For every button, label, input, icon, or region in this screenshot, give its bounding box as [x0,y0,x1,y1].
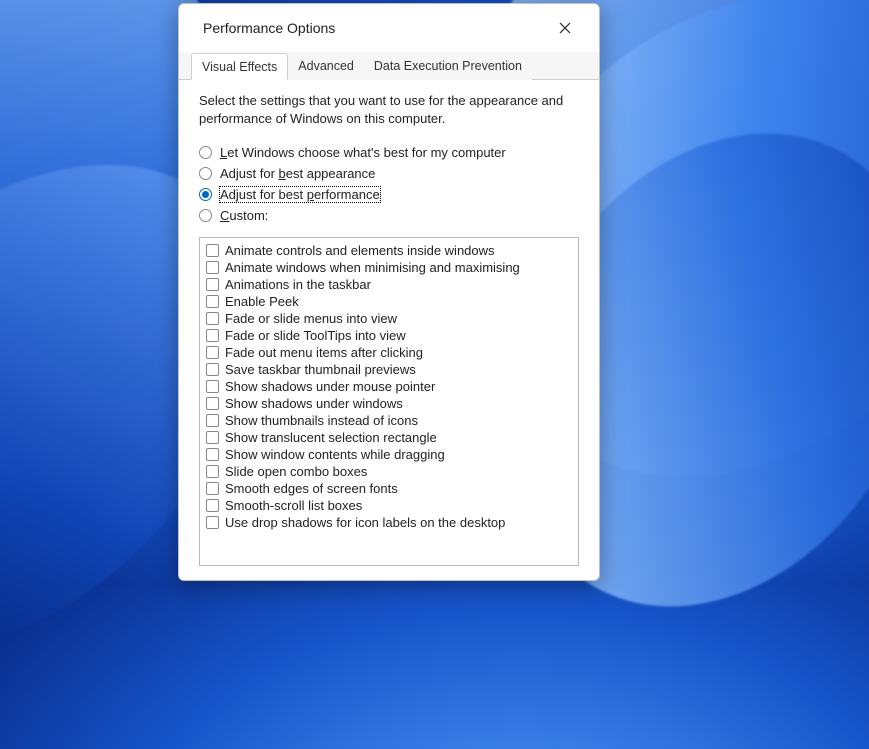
radio-option-0[interactable]: Let Windows choose what's best for my co… [199,145,579,160]
titlebar: Performance Options [179,4,599,52]
intro-text: Select the settings that you want to use… [199,92,579,127]
effect-item[interactable]: Animate windows when minimising and maxi… [206,259,572,276]
radio-label: Adjust for best performance [220,187,380,202]
checkbox-icon [206,448,219,461]
tab-visual-effects[interactable]: Visual Effects [191,53,288,80]
tab-strip: Visual EffectsAdvancedData Execution Pre… [179,52,599,80]
checkbox-icon [206,499,219,512]
radio-option-3[interactable]: Custom: [199,208,579,223]
effect-item[interactable]: Animations in the taskbar [206,276,572,293]
effect-label: Slide open combo boxes [225,464,367,479]
effect-label: Fade out menu items after clicking [225,345,423,360]
checkbox-icon [206,295,219,308]
radio-icon [199,188,212,201]
effect-item[interactable]: Show shadows under windows [206,395,572,412]
effect-item[interactable]: Smooth-scroll list boxes [206,497,572,514]
effect-item[interactable]: Fade or slide menus into view [206,310,572,327]
effect-item[interactable]: Show shadows under mouse pointer [206,378,572,395]
radio-label: Adjust for best appearance [220,166,375,181]
radio-label: Let Windows choose what's best for my co… [220,145,506,160]
effect-item[interactable]: Fade or slide ToolTips into view [206,327,572,344]
checkbox-icon [206,482,219,495]
effect-label: Save taskbar thumbnail previews [225,362,416,377]
preset-radio-group: Let Windows choose what's best for my co… [199,145,579,229]
effect-item[interactable]: Show thumbnails instead of icons [206,412,572,429]
checkbox-icon [206,380,219,393]
checkbox-icon [206,431,219,444]
checkbox-icon [206,261,219,274]
radio-icon [199,167,212,180]
tab-advanced[interactable]: Advanced [288,53,364,80]
effect-label: Smooth edges of screen fonts [225,481,398,496]
checkbox-icon [206,465,219,478]
effect-item[interactable]: Slide open combo boxes [206,463,572,480]
effect-label: Use drop shadows for icon labels on the … [225,515,505,530]
effect-label: Show translucent selection rectangle [225,430,437,445]
tab-data-execution-prevention[interactable]: Data Execution Prevention [364,53,532,80]
effect-item[interactable]: Save taskbar thumbnail previews [206,361,572,378]
effect-label: Show window contents while dragging [225,447,445,462]
effect-item[interactable]: Animate controls and elements inside win… [206,242,572,259]
effect-label: Fade or slide ToolTips into view [225,328,406,343]
effect-item[interactable]: Show window contents while dragging [206,446,572,463]
checkbox-icon [206,397,219,410]
effect-label: Show shadows under windows [225,396,403,411]
checkbox-icon [206,278,219,291]
checkbox-icon [206,363,219,376]
effect-label: Show thumbnails instead of icons [225,413,418,428]
checkbox-icon [206,244,219,257]
effect-label: Animations in the taskbar [225,277,371,292]
checkbox-icon [206,312,219,325]
window-title: Performance Options [203,20,543,36]
effect-label: Smooth-scroll list boxes [225,498,362,513]
close-icon [559,22,571,34]
effect-item[interactable]: Fade out menu items after clicking [206,344,572,361]
performance-options-dialog: Performance Options Visual EffectsAdvanc… [178,3,600,581]
checkbox-icon [206,414,219,427]
effect-item[interactable]: Show translucent selection rectangle [206,429,572,446]
radio-icon [199,209,212,222]
checkbox-icon [206,346,219,359]
effect-label: Animate controls and elements inside win… [225,243,495,258]
close-button[interactable] [543,12,587,44]
effect-label: Animate windows when minimising and maxi… [225,260,520,275]
radio-option-2[interactable]: Adjust for best performance [199,187,579,202]
checkbox-icon [206,516,219,529]
tab-panel-visual-effects: Select the settings that you want to use… [179,80,599,580]
radio-label: Custom: [220,208,268,223]
effect-item[interactable]: Use drop shadows for icon labels on the … [206,514,572,531]
radio-option-1[interactable]: Adjust for best appearance [199,166,579,181]
effect-label: Fade or slide menus into view [225,311,397,326]
effect-item[interactable]: Smooth edges of screen fonts [206,480,572,497]
effect-item[interactable]: Enable Peek [206,293,572,310]
checkbox-icon [206,329,219,342]
effects-listbox[interactable]: Animate controls and elements inside win… [199,237,579,566]
effect-label: Enable Peek [225,294,299,309]
effect-label: Show shadows under mouse pointer [225,379,435,394]
radio-icon [199,146,212,159]
